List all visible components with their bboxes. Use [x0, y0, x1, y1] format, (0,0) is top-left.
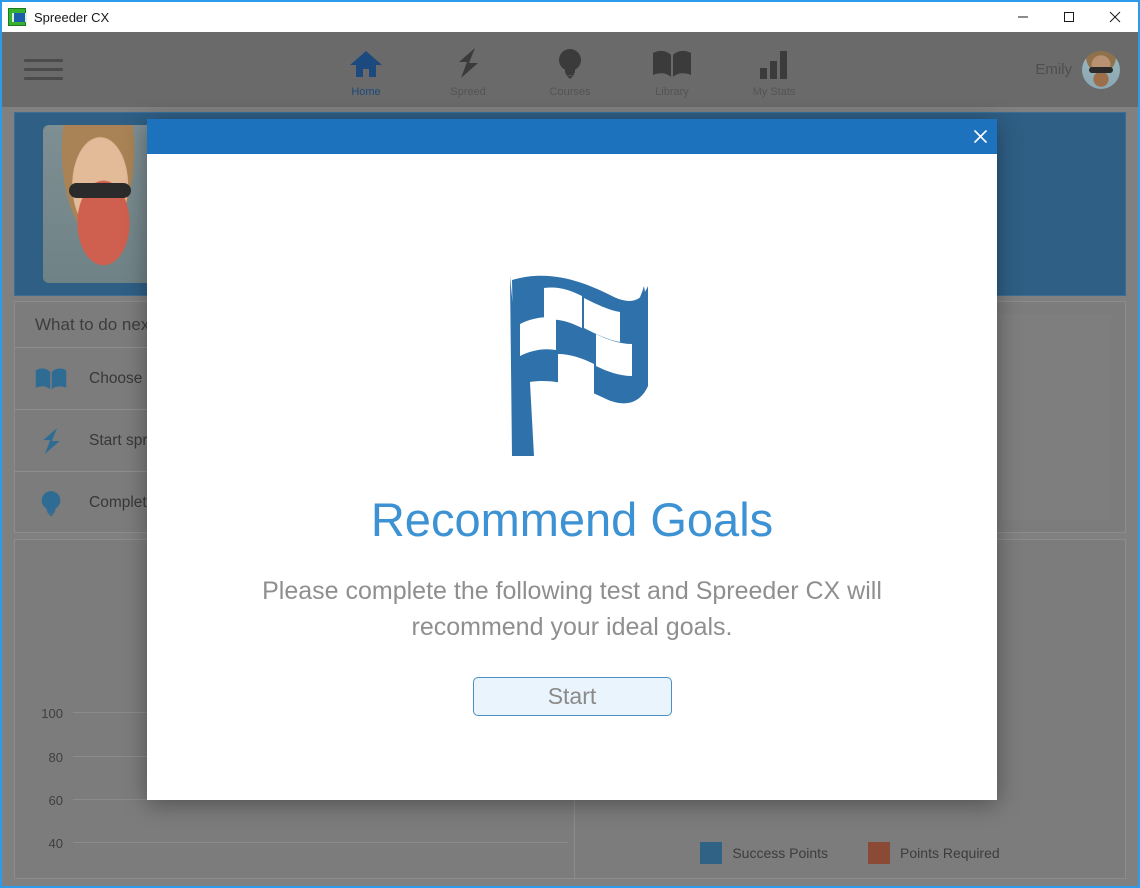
close-icon[interactable]	[1092, 2, 1138, 32]
hamburger-menu-icon[interactable]	[24, 55, 64, 85]
y-tick-80: 80	[48, 750, 63, 765]
book-icon	[35, 367, 67, 391]
recommend-goals-modal: Recommend Goals Please complete the foll…	[147, 119, 997, 800]
nav-label-home: Home	[351, 86, 381, 98]
legend-item-points-required[interactable]: Points Required	[868, 842, 1000, 864]
y-tick-100: 100	[41, 706, 63, 721]
minimize-icon[interactable]	[1000, 2, 1046, 32]
nav-label-courses: Courses	[549, 86, 591, 98]
nav-label-my-stats: My Stats	[752, 86, 796, 98]
lightning-icon	[453, 45, 483, 79]
user-menu[interactable]: Emily	[1035, 50, 1120, 89]
lightbulb-icon	[35, 488, 67, 518]
legend-swatch	[868, 842, 891, 864]
nav-label-library: Library	[655, 86, 689, 98]
modal-body: Recommend Goals Please complete the foll…	[147, 154, 997, 716]
nav-item-home[interactable]: Home	[328, 41, 404, 98]
book-icon	[652, 45, 692, 79]
window-title: Spreeder CX	[34, 9, 110, 25]
modal-description: Please complete the following test and S…	[262, 577, 882, 641]
grid-line	[73, 842, 568, 843]
nav-item-spreed[interactable]: Spreed	[430, 41, 506, 98]
window-title-bar: Spreeder CX	[2, 2, 1138, 32]
app-header: Home Spreed Courses Library My Stats Emi…	[2, 32, 1138, 107]
hero-profile-photo	[43, 125, 153, 283]
modal-header	[147, 119, 997, 154]
application-window: Spreeder CX Home Spreed Courses Library …	[0, 0, 1140, 888]
start-button[interactable]: Start	[472, 677, 672, 716]
nav-label-spreed: Spreed	[450, 86, 486, 98]
legend-swatch	[700, 842, 723, 864]
close-icon[interactable]	[963, 119, 997, 154]
lightbulb-icon	[557, 45, 583, 79]
modal-overlay: Recommend Goals Please complete the foll…	[2, 2, 1138, 886]
legend-item-success-points[interactable]: Success Points	[700, 842, 828, 864]
maximize-icon[interactable]	[1046, 2, 1092, 32]
chart-legend: Success Points Points Required	[575, 842, 1125, 864]
y-tick-40: 40	[48, 836, 63, 851]
bar-chart-icon	[759, 45, 789, 79]
main-navigation: Home Spreed Courses Library My Stats	[328, 41, 812, 98]
nav-item-library[interactable]: Library	[634, 41, 710, 98]
window-controls	[1000, 2, 1138, 32]
spreeder-book-icon	[8, 8, 27, 26]
checkered-flag-icon	[492, 274, 652, 464]
nav-item-my-stats[interactable]: My Stats	[736, 41, 812, 98]
home-icon	[349, 45, 383, 79]
legend-label: Points Required	[900, 845, 1000, 861]
user-name: Emily	[1035, 61, 1072, 78]
nav-item-courses[interactable]: Courses	[532, 41, 608, 98]
page-title: Recommend Goals	[370, 493, 774, 546]
y-tick-60: 60	[48, 793, 63, 808]
avatar[interactable]	[1082, 50, 1120, 89]
lightning-icon	[35, 426, 67, 456]
legend-label: Success Points	[732, 845, 829, 861]
